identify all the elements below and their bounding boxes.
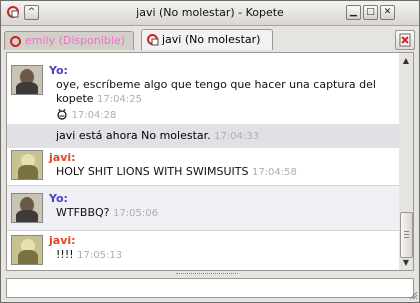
minimize-button[interactable]: ▁ — [346, 5, 361, 20]
message-time: 17:04:58 — [251, 167, 297, 178]
status-online-icon — [10, 36, 21, 47]
kopete-chat-window: ^ javi (No molestar) - Kopete ▁ □ ✕ emil… — [0, 0, 420, 303]
tab-label: javi (No molestar) — [162, 33, 261, 46]
message-block: javi: !!!! 17:05:13 — [7, 231, 400, 270]
chat-view[interactable]: Yo: oye, escríbeme algo que tengo que ha… — [6, 52, 401, 271]
close-icon: ✕ — [383, 7, 392, 17]
message-time: 17:05:06 — [113, 208, 158, 219]
message-text: !!!! 17:05:13 — [56, 248, 122, 263]
message-text: oye, escríbeme algo que tengo que hacer … — [56, 78, 376, 107]
message-input[interactable] — [6, 278, 414, 298]
status-notification: javi está ahora No molestar. 17:04:33 — [7, 124, 400, 148]
message-time: 17:05:13 — [77, 250, 123, 261]
status-text: javi está ahora No molestar. — [56, 129, 211, 142]
message-time: 17:04:33 — [214, 131, 260, 142]
emoticon-icon — [57, 109, 67, 120]
message-time: 17:04:28 — [71, 110, 117, 121]
close-tab-icon — [399, 33, 411, 47]
close-button[interactable]: ✕ — [380, 5, 395, 20]
minimize-icon: ▁ — [350, 7, 357, 17]
resize-grip-icon[interactable] — [409, 291, 418, 300]
message-block: Yo: oye, escríbeme algo que tengo que ha… — [7, 61, 400, 123]
scrollbar-thumb[interactable] — [400, 212, 413, 258]
chat-scrollbar[interactable]: ▲ ▼ — [399, 52, 414, 271]
scroll-up-icon[interactable]: ▲ — [399, 54, 413, 68]
tab-javi[interactable]: javi (No molestar) — [141, 29, 273, 50]
title-bar[interactable]: ^ javi (No molestar) - Kopete ▁ □ ✕ — [1, 1, 419, 26]
message-text: WTFBBQ? 17:05:06 — [56, 206, 158, 221]
avatar — [11, 65, 43, 95]
message-line: oye, escríbeme algo que tengo que hacer … — [56, 78, 376, 91]
tab-label: emily (Disponible) — [25, 34, 125, 47]
maximize-icon: □ — [366, 7, 375, 17]
message-line: !!!! — [56, 248, 74, 261]
message-line: WTFBBQ? — [56, 206, 110, 219]
message-time: 17:04:25 — [97, 94, 142, 105]
tab-bar: emily (Disponible) javi (No molestar) — [1, 26, 419, 52]
message-sender: javi: — [49, 234, 76, 247]
message-text: HOLY SHIT LIONS WITH SWIMSUITS 17:04:58 — [56, 165, 297, 180]
message-sender: javi: — [49, 151, 76, 164]
tab-emily[interactable]: emily (Disponible) — [4, 31, 134, 50]
message-block: javi: HOLY SHIT LIONS WITH SWIMSUITS 17:… — [7, 149, 400, 184]
avatar — [11, 235, 43, 265]
message-sender: Yo: — [49, 192, 68, 205]
close-tab-button[interactable] — [395, 30, 415, 50]
message-followup: 17:04:28 — [56, 108, 116, 123]
scroll-down-icon[interactable]: ▼ — [399, 256, 413, 270]
message-block: Yo: WTFBBQ? 17:05:06 — [7, 186, 400, 230]
message-line: HOLY SHIT LIONS WITH SWIMSUITS — [56, 165, 249, 178]
splitter-handle[interactable] — [176, 273, 238, 277]
avatar — [11, 193, 43, 223]
avatar — [11, 150, 43, 180]
status-busy-icon — [147, 34, 159, 46]
maximize-button[interactable]: □ — [363, 5, 378, 20]
message-sender: Yo: — [49, 64, 68, 77]
message-line: kopete — [56, 92, 94, 105]
